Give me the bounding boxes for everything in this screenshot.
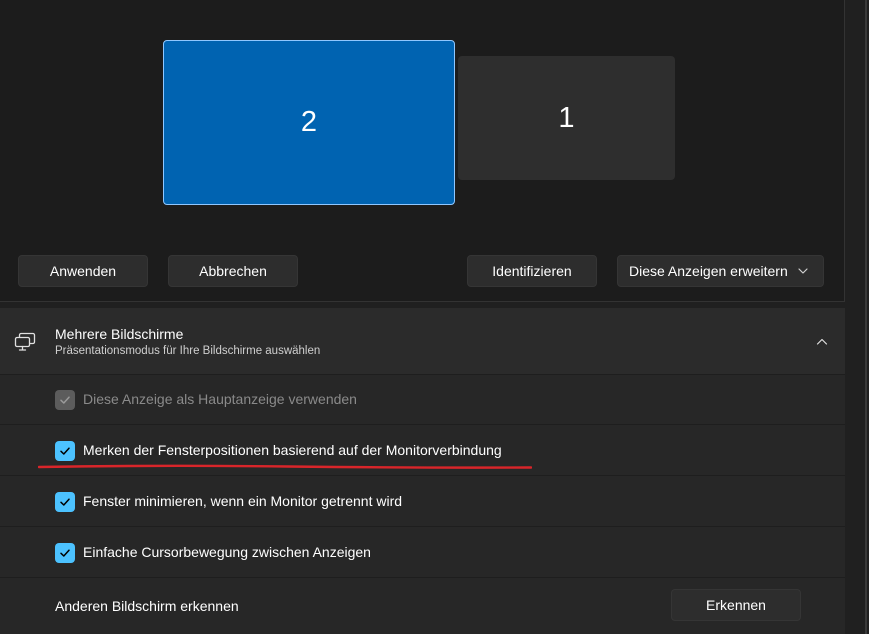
monitor-1-tile[interactable]: 1	[458, 56, 675, 180]
primary-display-checkbox[interactable]	[55, 390, 75, 410]
ease-cursor-movement-label: Einfache Cursorbewegung zwischen Anzeige…	[83, 544, 371, 560]
section-title: Mehrere Bildschirme	[55, 326, 184, 342]
remember-window-positions-label: Merken der Fensterpositionen basierend a…	[83, 442, 502, 458]
annotation-red-underline	[38, 464, 532, 469]
multiple-displays-section: Mehrere Bildschirme Präsentationsmodus f…	[0, 308, 845, 634]
display-mode-value: Diese Anzeigen erweitern	[629, 263, 788, 279]
option-row-minimize-windows: Fenster minimieren, wenn ein Monitor get…	[0, 477, 845, 527]
minimize-windows-label: Fenster minimieren, wenn ein Monitor get…	[83, 493, 403, 509]
detect-button[interactable]: Erkennen	[671, 589, 801, 621]
checkmark-icon	[60, 447, 70, 455]
primary-display-label: Diese Anzeige als Hauptanzeige verwenden	[83, 391, 357, 407]
checkmark-icon	[60, 498, 70, 506]
option-row-primary-display: Diese Anzeige als Hauptanzeige verwenden	[0, 375, 845, 425]
multiple-displays-header[interactable]: Mehrere Bildschirme Präsentationsmodus f…	[0, 308, 845, 375]
scrollbar-track[interactable]	[865, 0, 867, 634]
cancel-button[interactable]: Abbrechen	[168, 255, 298, 287]
monitor-1-number: 1	[558, 101, 575, 134]
apply-button[interactable]: Anwenden	[18, 255, 148, 287]
checkmark-icon	[60, 396, 70, 404]
display-settings-page: 2 1 Anwenden Abbrechen Identifizieren Di…	[0, 0, 869, 634]
detect-display-label: Anderen Bildschirm erkennen	[55, 598, 239, 614]
identify-button[interactable]: Identifizieren	[467, 255, 597, 287]
monitor-2-tile[interactable]: 2	[163, 40, 455, 205]
section-subtitle: Präsentationsmodus für Ihre Bildschirme …	[55, 345, 321, 357]
minimize-windows-checkbox[interactable]	[55, 492, 75, 512]
remember-window-positions-checkbox[interactable]	[55, 441, 75, 461]
multiple-displays-icon	[14, 332, 36, 351]
ease-cursor-movement-checkbox[interactable]	[55, 543, 75, 563]
option-row-ease-cursor-movement: Einfache Cursorbewegung zwischen Anzeige…	[0, 528, 845, 578]
chevron-down-icon	[798, 268, 808, 274]
checkmark-icon	[60, 549, 70, 557]
monitor-2-number: 2	[300, 106, 318, 138]
chevron-up-icon[interactable]	[815, 335, 829, 349]
display-arrangement-panel: 2 1 Anwenden Abbrechen Identifizieren Di…	[0, 0, 845, 302]
display-mode-dropdown[interactable]: Diese Anzeigen erweitern	[617, 255, 824, 287]
